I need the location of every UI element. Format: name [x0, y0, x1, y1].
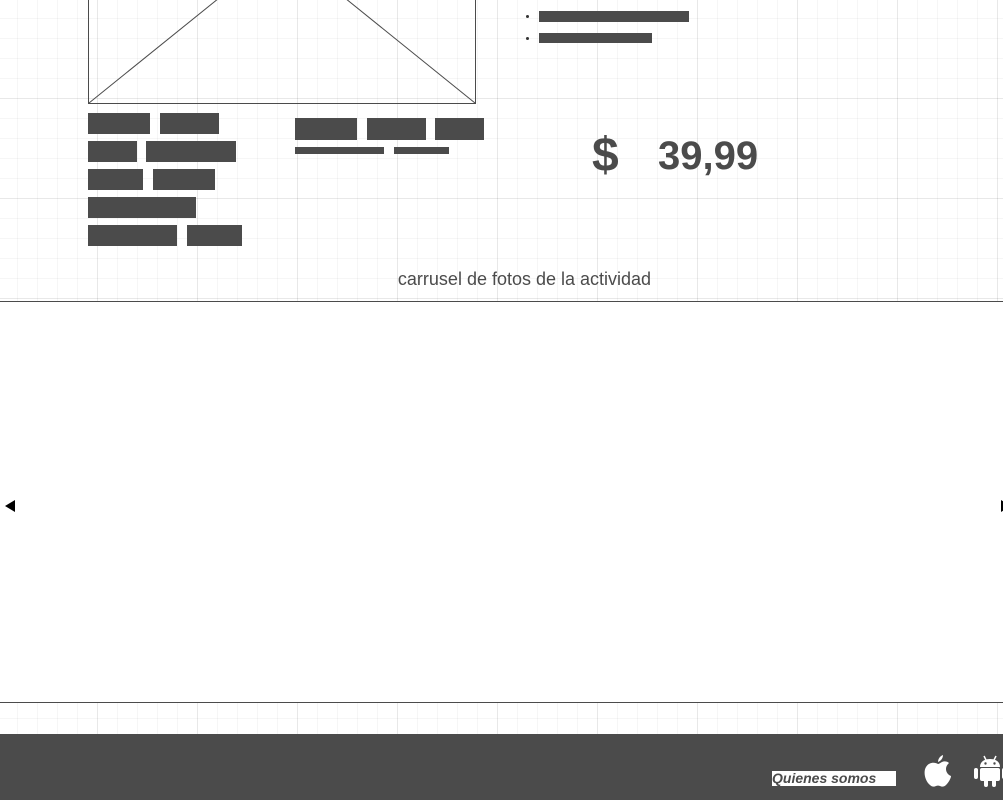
tag[interactable]	[153, 169, 215, 190]
footer: Quienes somos	[0, 734, 1003, 800]
list-item-text-redacted	[539, 11, 689, 22]
list-bullet	[526, 15, 529, 18]
triangle-left-icon	[5, 500, 15, 512]
photo-carousel	[0, 301, 1003, 703]
list-bullet	[526, 37, 529, 40]
price-amount: 39,99	[658, 134, 759, 178]
tag[interactable]	[187, 225, 242, 246]
tag[interactable]	[88, 113, 150, 134]
tag[interactable]	[88, 141, 137, 162]
carousel-next-button[interactable]	[997, 498, 1003, 514]
image-placeholder	[88, 0, 476, 104]
feature-list	[520, 0, 720, 50]
tag[interactable]	[146, 141, 236, 162]
tag[interactable]	[295, 118, 357, 140]
tag-cloud	[88, 113, 248, 247]
triangle-right-icon	[1001, 500, 1003, 512]
tag[interactable]	[160, 113, 219, 134]
tag[interactable]	[435, 118, 484, 140]
android-icon[interactable]	[973, 754, 1003, 788]
carousel-caption: carrusel de fotos de la actividad	[397, 269, 652, 289]
tag[interactable]	[88, 197, 196, 218]
tag[interactable]	[88, 225, 177, 246]
list-item-text-redacted	[539, 33, 652, 43]
carousel-prev-button[interactable]	[4, 498, 18, 514]
price-currency: $	[592, 129, 619, 182]
secondary-tags	[295, 118, 485, 156]
meta-text-redacted	[295, 147, 384, 154]
about-us-link[interactable]: Quienes somos	[772, 771, 896, 786]
tag[interactable]	[88, 169, 143, 190]
apple-icon[interactable]	[922, 754, 954, 788]
tag[interactable]	[367, 118, 426, 140]
meta-text-redacted	[394, 147, 449, 154]
